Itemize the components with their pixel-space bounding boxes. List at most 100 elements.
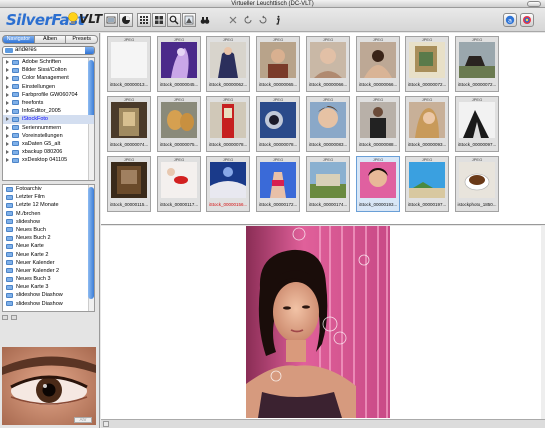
grid-small-button[interactable] <box>137 13 151 27</box>
toolbar-toggle-button[interactable] <box>527 1 541 7</box>
folder-item[interactable]: Einstellungen <box>3 83 94 91</box>
disclosure-triangle-icon[interactable] <box>6 125 9 130</box>
thumbnail[interactable]: JPEG istockphoto_1850... <box>455 156 499 212</box>
preview-action-button[interactable]: Ähr <box>74 417 92 423</box>
album-item[interactable]: slideshow Diashow <box>3 291 94 299</box>
folder-label: Einstellungen <box>22 83 56 90</box>
thumbnail[interactable]: JPEG iStock_00000174... <box>306 156 350 212</box>
zoom-button[interactable] <box>167 13 181 27</box>
thumbnail[interactable]: JPEG iStock_00000083... <box>306 96 350 152</box>
thumbnail[interactable]: JPEG iStock_00000117... <box>157 156 201 212</box>
disclosure-triangle-icon[interactable] <box>6 92 9 97</box>
thumbnail[interactable]: JPEG iStock_00000078... <box>206 96 250 152</box>
delete-button[interactable] <box>226 13 240 27</box>
folder-item[interactable]: xaDaten G5_alt <box>3 140 94 148</box>
thumbnail[interactable]: JPEG iStock_00000093... <box>405 96 449 152</box>
lightbox-view-button[interactable] <box>104 13 118 27</box>
disclosure-triangle-icon[interactable] <box>6 76 9 81</box>
album-item[interactable]: Neues Buch <box>3 226 94 234</box>
album-item[interactable]: Fotoarchiv <box>3 185 94 193</box>
thumbnail[interactable]: JPEG iStock_00000013... <box>107 36 151 92</box>
thumbnail-caption: iStock_00000065... <box>258 82 298 87</box>
folder-icon <box>5 48 13 53</box>
folder-item[interactable]: xxDesktop 041105 <box>3 156 94 164</box>
disclosure-triangle-icon[interactable] <box>6 60 9 64</box>
thumbnail[interactable]: JPEG iStock_00000045... <box>157 36 201 92</box>
rotate-left-button[interactable] <box>241 13 255 27</box>
thumbnail[interactable]: JPEG iStock_00000075... <box>157 96 201 152</box>
thumbnail[interactable]: JPEG iStock_00000156... <box>206 156 250 212</box>
disclosure-triangle-icon[interactable] <box>6 141 9 146</box>
thumbnail[interactable]: JPEG iStock_00000066... <box>356 36 400 92</box>
folder-item[interactable]: Voreinstellungen <box>3 132 94 140</box>
folder-item[interactable]: freefonts <box>3 99 94 107</box>
disclosure-triangle-icon[interactable] <box>6 133 9 138</box>
remove-album-button[interactable] <box>11 315 17 320</box>
folder-item[interactable]: Bilder Sissi/Colton <box>3 66 94 74</box>
thumbnail[interactable]: JPEG iStock_00000074... <box>107 96 151 152</box>
location-dropdown[interactable]: anderes <box>2 46 95 55</box>
disclosure-triangle-icon[interactable] <box>6 100 9 105</box>
album-item[interactable]: Neue Karte 3 <box>3 283 94 291</box>
color-palette-button[interactable] <box>119 13 133 27</box>
album-item[interactable]: Letzter Film <box>3 193 94 201</box>
thumbnail[interactable]: JPEG iStock_00000062... <box>206 36 250 92</box>
thumbnail[interactable]: JPEG iStock_00000072... <box>405 36 449 92</box>
album-item[interactable]: Neuer Kalender 2 <box>3 267 94 275</box>
add-album-button[interactable] <box>2 315 8 320</box>
loupe-icon <box>184 15 194 25</box>
grid-large-button[interactable] <box>152 13 166 27</box>
disclosure-triangle-icon[interactable] <box>6 158 9 163</box>
rotate-right-button[interactable] <box>256 13 270 27</box>
binoculars-button[interactable] <box>198 13 212 27</box>
folder-item[interactable]: xbackup 080206 <box>3 148 94 156</box>
loupe-button[interactable] <box>182 13 196 27</box>
info-button[interactable] <box>271 13 285 27</box>
album-item[interactable]: Neue Karte 2 <box>3 251 94 259</box>
thumbnail[interactable]: JPEG iStock_00000078... <box>256 96 300 152</box>
thumbnail-image <box>310 162 346 198</box>
album-item[interactable]: Letzte 12 Monate <box>3 201 94 209</box>
folder-item[interactable]: iStockFoto <box>3 115 94 124</box>
thumbnail-grid: JPEG iStock_00000013... JPEG iStock_0000004… <box>101 33 545 225</box>
album-label: Neuer Kalender 2 <box>16 267 60 274</box>
thumbnail[interactable]: JPEG iStock_00000065... <box>256 36 300 92</box>
sidebar-tools <box>2 315 95 321</box>
folder-icon <box>12 59 19 65</box>
scan-app-button[interactable]: a <box>503 13 517 27</box>
album-item[interactable]: slideshow <box>3 218 94 226</box>
album-item[interactable]: slideshow Diashow <box>3 300 94 308</box>
thumbnail[interactable]: JPEG iStock_00000072... <box>455 36 499 92</box>
disclosure-triangle-icon[interactable] <box>6 117 9 122</box>
album-item[interactable]: Neues Buch 2 <box>3 234 94 242</box>
album-item[interactable]: Neue Karte <box>3 242 94 250</box>
palette-app-button[interactable] <box>520 13 534 27</box>
thumbnail[interactable]: JPEG iStock_00000115... <box>107 156 151 212</box>
disclosure-triangle-icon[interactable] <box>6 84 9 89</box>
thumbnail-caption: iStock_00000115... <box>109 202 149 207</box>
thumbnail[interactable]: JPEG iStock_00000066... <box>306 36 350 92</box>
disclosure-triangle-icon[interactable] <box>6 150 9 155</box>
album-item[interactable]: M./brchen <box>3 210 94 218</box>
main-preview-scrollbar[interactable] <box>541 226 545 419</box>
thumbnail[interactable]: JPEG iStock_00000193... <box>356 156 400 212</box>
folder-item[interactable]: Adobe Schriften <box>3 58 94 66</box>
album-item[interactable]: Neuer Kalender <box>3 259 94 267</box>
disclosure-triangle-icon[interactable] <box>6 68 9 73</box>
folder-icon <box>12 100 19 106</box>
tab-navigator[interactable]: Navigator <box>2 35 35 44</box>
thumbnail[interactable]: JPEG iStock_00000197... <box>405 156 449 212</box>
scroll-left-button[interactable] <box>103 421 109 427</box>
thumbnail[interactable]: JPEG iStock_00000088... <box>356 96 400 152</box>
album-item[interactable]: Neues Buch 3 <box>3 275 94 283</box>
folder-item[interactable]: Color Management <box>3 74 94 82</box>
tab-albums[interactable]: Alben <box>34 35 67 44</box>
folder-item[interactable]: Farbprofile GW060704 <box>3 91 94 99</box>
album-icon <box>6 219 13 225</box>
disclosure-triangle-icon[interactable] <box>6 109 9 114</box>
folder-item[interactable]: InfoEditor_2005 <box>3 107 94 115</box>
thumbnail[interactable]: JPEG iStock_00000172... <box>256 156 300 212</box>
folder-item[interactable]: Seriennummern <box>3 124 94 132</box>
thumbnail[interactable]: JPEG iStock_00000097... <box>455 96 499 152</box>
tab-presets[interactable]: Presets <box>66 35 99 44</box>
